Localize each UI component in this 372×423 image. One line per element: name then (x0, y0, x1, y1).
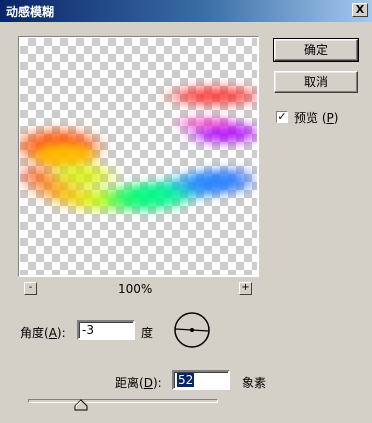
plus-icon: + (241, 282, 250, 293)
check-mark-icon: ✓ (277, 110, 287, 123)
minus-icon: - (28, 282, 33, 293)
distance-unit: 象素 (242, 376, 267, 390)
close-button[interactable]: X (352, 3, 368, 17)
blurred-preview-image (20, 87, 257, 210)
distance-slider-track[interactable] (28, 399, 218, 403)
zoom-out-button[interactable]: - (24, 282, 37, 295)
preview-panel[interactable] (18, 36, 259, 277)
preview-label[interactable]: 预览 (P) (294, 109, 338, 126)
dialog-title: 动感模糊 (6, 5, 55, 19)
preview-checkbox[interactable]: ✓ (276, 111, 288, 123)
distance-input[interactable]: 52 (172, 370, 230, 390)
zoom-level: 100% (118, 282, 153, 296)
angle-dial-icon[interactable] (172, 310, 212, 350)
angle-label: 角度(A): (20, 326, 66, 340)
cancel-button[interactable]: 取消 (274, 71, 358, 93)
ok-button[interactable]: 确定 (273, 38, 359, 62)
angle-input[interactable]: -3 (77, 320, 135, 340)
slider-thumb-icon[interactable] (74, 399, 88, 411)
close-icon: X (355, 3, 365, 16)
title-bar[interactable]: 动感模糊 X (0, 0, 372, 22)
motion-blur-dialog: 动感模糊 X - 100% + 确定 取消 ✓ 预览 (P) 角度(A): -3… (0, 0, 372, 423)
transparency-checkerboard (20, 38, 257, 275)
zoom-in-button[interactable]: + (239, 282, 252, 295)
distance-label: 距离(D): (115, 376, 162, 390)
angle-unit: 度 (141, 326, 154, 340)
